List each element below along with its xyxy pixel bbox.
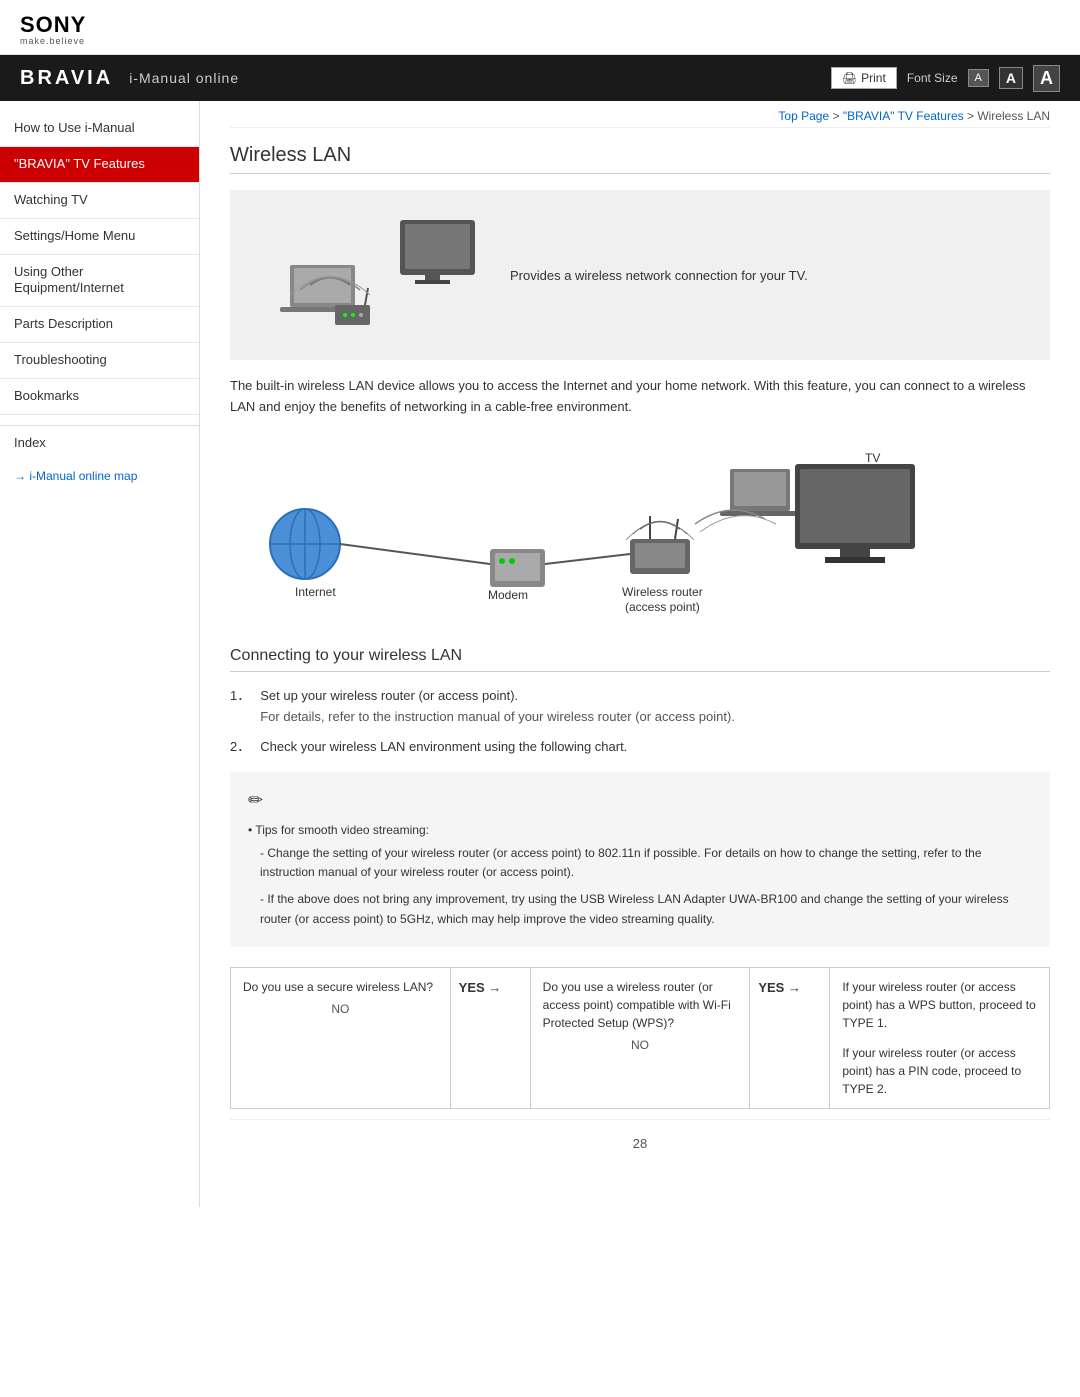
svg-text:Modem: Modem	[488, 588, 528, 602]
note-icon: ✏	[248, 786, 1032, 815]
font-medium-button[interactable]: A	[999, 67, 1023, 89]
network-diagram: Internet Modem	[250, 434, 1050, 619]
sidebar-item-parts[interactable]: Parts Description	[0, 307, 199, 343]
page-number: 28	[633, 1136, 647, 1151]
network-svg: Internet Modem	[250, 434, 930, 619]
breadcrumb-current: Wireless LAN	[977, 109, 1050, 123]
dt-col3: If your wireless router (or access point…	[830, 968, 1049, 1108]
sidebar-item-watching-tv[interactable]: Watching TV	[0, 183, 199, 219]
step-1-main: Set up your wireless router (or access p…	[260, 686, 735, 706]
note-title: • Tips for smooth video streaming:	[248, 821, 1032, 840]
dt-arrow1-text: YES →	[459, 978, 522, 998]
svg-text:Internet: Internet	[295, 585, 336, 599]
note-box: ✏ • Tips for smooth video streaming: - C…	[230, 772, 1050, 947]
svg-text:(access point): (access point)	[625, 600, 700, 614]
dt-type2: If your wireless router (or access point…	[842, 1044, 1037, 1098]
note-line-1: - Change the setting of your wireless ro…	[260, 844, 1032, 882]
diagram-description: Provides a wireless network connection f…	[510, 268, 1030, 283]
bravia-logo: BRAVIA	[20, 67, 113, 90]
sidebar-item-settings[interactable]: Settings/Home Menu	[0, 219, 199, 255]
breadcrumb-sep1: >	[832, 109, 842, 123]
sidebar-item-index[interactable]: Index	[0, 425, 199, 459]
nav-right: 🖨 Print Font Size A A A	[831, 65, 1060, 92]
top-bar: SONY make.believe	[0, 0, 1080, 55]
dt-col2: Do you use a wireless router (or access …	[531, 968, 751, 1108]
breadcrumb: Top Page > "BRAVIA" TV Features > Wirele…	[230, 101, 1050, 128]
step-1: 1． Set up your wireless router (or acces…	[230, 686, 1050, 727]
dt-arrow2-text: YES →	[758, 978, 821, 998]
font-small-button[interactable]: A	[968, 69, 989, 87]
printer-icon: 🖨	[842, 71, 857, 85]
sidebar-item-bravia-features[interactable]: "BRAVIA" TV Features	[0, 147, 199, 183]
font-size-label: Font Size	[907, 71, 958, 85]
step-1-sub: For details, refer to the instruction ma…	[260, 707, 735, 727]
dt-col1: Do you use a secure wireless LAN? NO	[231, 968, 451, 1108]
decision-table: Do you use a secure wireless LAN? NO YES…	[230, 967, 1050, 1109]
nav-bar: BRAVIA i-Manual online 🖨 Print Font Size…	[0, 55, 1080, 101]
svg-text:Wireless router: Wireless router	[622, 585, 703, 599]
font-large-button[interactable]: A	[1033, 65, 1060, 92]
dt-arrow2: YES →	[750, 968, 830, 1108]
breadcrumb-sep2: >	[967, 109, 977, 123]
dt-col1-no: NO	[243, 1000, 438, 1018]
page-footer: 28	[230, 1119, 1050, 1167]
section-heading: Connecting to your wireless LAN	[230, 639, 1050, 672]
nav-left: BRAVIA i-Manual online	[20, 67, 239, 90]
body-text: The built-in wireless LAN device allows …	[230, 376, 1050, 418]
dt-col1-question: Do you use a secure wireless LAN?	[243, 978, 438, 996]
note-line-2: - If the above does not bring any improv…	[260, 890, 1032, 928]
dt-type1: If your wireless router (or access point…	[842, 978, 1037, 1032]
dt-arrow1: YES →	[451, 968, 531, 1108]
step-1-num: 1．	[230, 686, 250, 727]
dt-col2-no: NO	[543, 1036, 738, 1054]
print-button[interactable]: 🖨 Print	[831, 67, 897, 89]
sidebar: How to Use i-Manual "BRAVIA" TV Features…	[0, 101, 200, 1207]
sidebar-item-bookmarks[interactable]: Bookmarks	[0, 379, 199, 415]
i-manual-title: i-Manual online	[129, 70, 239, 86]
steps-list: 1． Set up your wireless router (or acces…	[230, 686, 1050, 757]
step-2: 2． Check your wireless LAN environment u…	[230, 737, 1050, 757]
step-2-num: 2．	[230, 737, 250, 757]
page-title: Wireless LAN	[230, 144, 1050, 174]
sidebar-item-using-other[interactable]: Using Other Equipment/Internet	[0, 255, 199, 308]
sidebar-item-how-to-use[interactable]: How to Use i-Manual	[0, 111, 199, 147]
top-diagram: Provides a wireless network connection f…	[230, 190, 1050, 360]
step-2-main: Check your wireless LAN environment usin…	[260, 737, 627, 757]
top-diagram-svg	[250, 210, 490, 340]
svg-text:TV: TV	[865, 451, 880, 465]
dt-col2-question: Do you use a wireless router (or access …	[543, 978, 738, 1032]
breadcrumb-top-page[interactable]: Top Page	[778, 109, 829, 123]
sidebar-map-link[interactable]: i-Manual online map	[0, 459, 199, 493]
breadcrumb-bravia-features[interactable]: "BRAVIA" TV Features	[843, 109, 964, 123]
content-area: Top Page > "BRAVIA" TV Features > Wirele…	[200, 101, 1080, 1207]
sony-logo: SONY make.believe	[20, 12, 1060, 46]
sidebar-item-troubleshooting[interactable]: Troubleshooting	[0, 343, 199, 379]
main-layout: How to Use i-Manual "BRAVIA" TV Features…	[0, 101, 1080, 1207]
